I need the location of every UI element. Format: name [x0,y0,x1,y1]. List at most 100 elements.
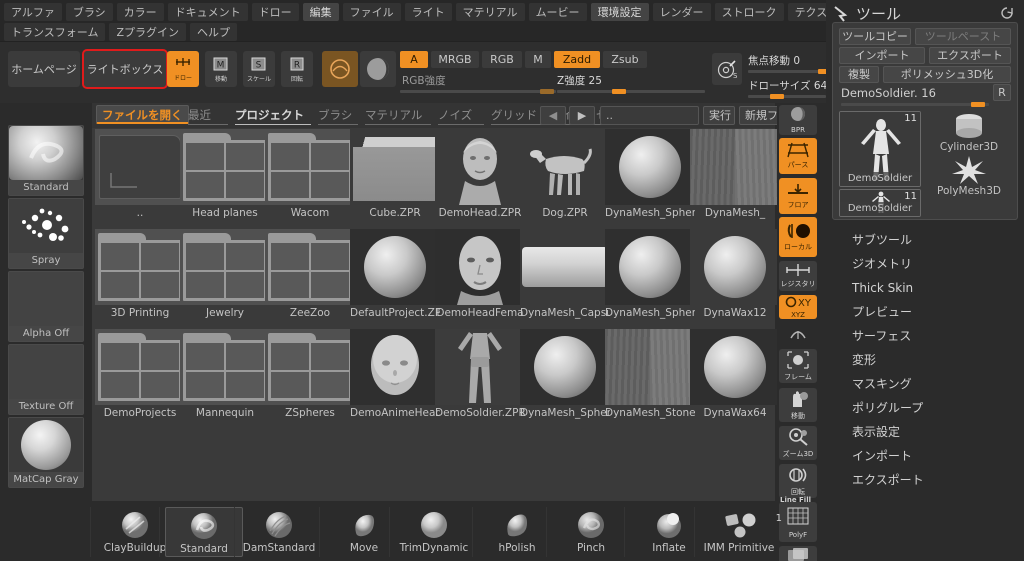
rotate-mode-button[interactable]: R 回転 [281,51,313,87]
move-mode-button[interactable]: M 移動 [205,51,237,87]
lightbox-button[interactable]: ライトボックス [82,49,168,89]
brush-item[interactable]: IMM Primitive 1 [700,507,782,557]
palette-menu-item[interactable]: ポリグループ [826,396,1024,420]
lightbox-item[interactable]: DefaultProject.ZP [350,229,440,321]
mode-mrgb-button[interactable]: MRGB [431,51,479,68]
lightbox-item[interactable]: DemoHeadFema [435,229,525,321]
focal-shift-slider[interactable] [748,70,826,73]
palette-menu-item[interactable]: インポート [826,444,1024,468]
right-strip-hand-move-icon[interactable]: 移動 [779,388,817,422]
lightbox-item[interactable]: DynaMesh_Spher [605,229,695,321]
lightbox-item[interactable]: DynaMesh_Spher [605,129,695,221]
execute-button[interactable]: 実行 [703,106,735,125]
menu-item[interactable]: 環境設定 [590,3,649,21]
lightbox-item[interactable]: ZSpheres [265,329,355,421]
right-strip-floor-grid-icon[interactable]: フロア [779,178,817,214]
draw-size-knob[interactable] [770,94,784,99]
lightbox-item[interactable]: DemoHead.ZPR [435,129,525,221]
right-strip-transparency-icon[interactable]: 透明 [779,546,817,561]
right-strip-bpr-render-icon[interactable]: BPR [779,105,817,135]
lightbox-item[interactable]: Cube.ZPR [350,129,440,221]
palette-menu-item[interactable]: Thick Skin [826,276,1024,300]
menu-item[interactable]: Zプラグイン [109,23,186,41]
tool-copy-button[interactable]: ツールコピー [839,28,911,45]
make-polymesh3d-button[interactable]: ポリメッシュ3D化 [883,66,1011,83]
draw-size-slider[interactable] [748,95,826,98]
z-intensity-slider[interactable] [557,90,705,93]
rgb-intensity-knob[interactable] [540,89,554,94]
palette-collapse-icon[interactable] [832,4,852,24]
palette-menu-item[interactable]: 変形 [826,348,1024,372]
palette-menu-item[interactable]: マスキング [826,372,1024,396]
lightbox-item[interactable]: DynaMesh_Spher [520,329,610,421]
menu-item[interactable]: ドキュメント [167,3,248,21]
palette-menu-item[interactable]: ジオメトリ [826,252,1024,276]
mode-rgb-button[interactable]: RGB [482,51,522,68]
current-stroke-swatch[interactable]: Spray [8,198,84,269]
homepage-button[interactable]: ホームページ [8,51,80,87]
lightbox-item[interactable]: Wacom [265,129,355,221]
lightbox-item[interactable]: DynaMesh_Capsu [520,229,610,321]
brush-item[interactable]: Pinch [552,507,630,557]
palette-menu-item[interactable]: サーフェス [826,324,1024,348]
lightbox-item[interactable]: 3D Printing [95,229,185,321]
lightbox-item[interactable]: Head planes [180,129,270,221]
refresh-icon[interactable] [1000,6,1014,20]
menu-item[interactable]: ファイル [342,3,401,21]
lightbox-tab[interactable]: ノイズ [438,107,484,125]
brush-item[interactable]: hPolish [478,507,556,557]
menu-item[interactable]: ライト [404,3,452,21]
mode-zsub-button[interactable]: Zsub [603,51,647,68]
right-strip-xyz-icon[interactable]: XYZ XYZ [779,295,818,319]
menu-item[interactable]: カラー [116,3,164,21]
z-intensity-knob[interactable] [612,89,626,94]
menu-item[interactable]: ドロー [251,3,299,21]
mode-zadd-button[interactable]: Zadd [554,51,600,68]
tool-slider-knob[interactable] [971,102,985,107]
lightbox-item[interactable]: Mannequin [180,329,270,421]
menu-item[interactable]: ヘルプ [190,23,237,41]
tool-thumb-cylinder3d[interactable]: Cylinder3D [927,111,1011,153]
tool-r-button[interactable]: R [993,84,1011,101]
right-strip-mirror-icon[interactable] [779,324,817,344]
menu-item[interactable]: レンダー [652,3,711,21]
current-texture-swatch[interactable]: Texture Off [8,344,84,415]
menu-item[interactable]: ブラシ [65,3,113,21]
lightbox-tab[interactable]: マテリアル [365,107,431,125]
brush-focal-button[interactable]: S [712,53,742,85]
nav-back-button[interactable]: ◀ [540,106,566,125]
lightbox-item[interactable]: DemoSoldier.ZPR [435,329,525,421]
tool-thumb-demosoldier-large[interactable]: 11 DemoSoldier [839,111,921,187]
menu-item[interactable]: トランスフォーム [4,23,106,41]
current-alpha-swatch[interactable]: Alpha Off [8,271,84,342]
lightbox-tab[interactable]: 最近 [188,107,228,125]
rgb-intensity-slider[interactable] [400,90,556,93]
draw-mode-icon[interactable]: ドロー [167,51,199,87]
path-input[interactable]: .. [600,106,699,125]
tool-export-button[interactable]: エクスポート [929,47,1011,64]
menu-item[interactable]: 編集 [302,3,339,21]
lightbox-item[interactable]: DynaWax64 [690,329,780,421]
lightbox-item[interactable]: DynaMesh_Stone [605,329,695,421]
tool-slider[interactable] [841,103,989,106]
lightbox-item[interactable]: DynaWax12 [690,229,780,321]
lightbox-tab[interactable]: プロジェクト [235,107,311,125]
right-strip-rotate-icon[interactable]: 回転 [779,464,817,498]
tool-thumb-polymesh3d[interactable]: PolyMesh3D [927,153,1011,197]
tool-paste-button[interactable]: ツールペースト [915,28,1011,45]
tool-duplicate-button[interactable]: 複製 [839,66,879,83]
menu-item[interactable]: アルファ [4,3,62,21]
menu-item[interactable]: ストローク [714,3,784,21]
right-strip-local-symmetry-icon[interactable]: ローカル [779,217,817,257]
lightbox-item[interactable]: DemoAnimeHead [350,329,440,421]
lightbox-item[interactable]: ZeeZoo [265,229,355,321]
lightbox-tab[interactable]: グリッド [491,107,543,125]
lightbox-item[interactable]: Jewelry [180,229,270,321]
tool-thumb-demosoldier-small[interactable]: 11 DemoSoldier [839,189,921,217]
right-strip-frame-icon[interactable]: フレーム [779,349,817,383]
brush-item[interactable]: Standard [165,507,243,557]
menu-item[interactable]: マテリアル [455,3,525,21]
lightbox-item[interactable]: Dog.ZPR [520,129,610,221]
mode-a-button[interactable]: A [400,51,428,68]
brush-item[interactable]: DamStandard [240,507,318,557]
